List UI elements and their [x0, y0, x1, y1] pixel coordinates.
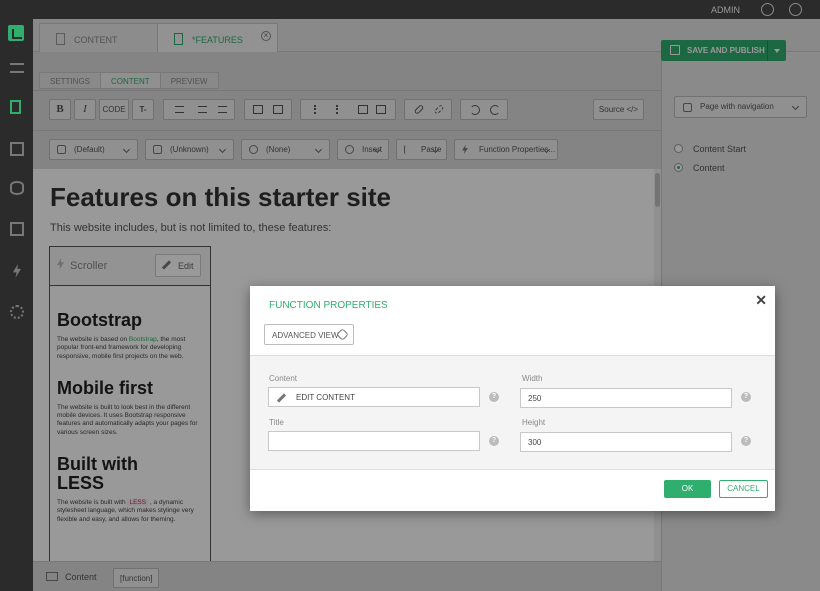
pencil-icon	[276, 393, 287, 403]
height-label: Height	[522, 418, 546, 427]
edit-content-button[interactable]: EDIT CONTENT	[268, 387, 480, 407]
settings-icon[interactable]	[10, 305, 24, 319]
ok-button[interactable]: OK	[664, 480, 711, 498]
dialog-title: FUNCTION PROPERTIES	[269, 300, 388, 311]
function-properties-dialog: FUNCTION PROPERTIES ✕ ADVANCED VIEW Cont…	[250, 286, 775, 511]
height-field[interactable]: 300	[520, 432, 732, 452]
gear-icon[interactable]	[761, 3, 774, 16]
help-icon[interactable]: ?	[741, 392, 751, 402]
content-label: Content	[269, 374, 298, 383]
menu-icon[interactable]	[10, 63, 24, 73]
content-icon[interactable]	[10, 100, 21, 114]
user-menu[interactable]: ADMIN	[711, 5, 740, 15]
app-logo-icon[interactable]	[8, 25, 24, 41]
media-icon[interactable]	[10, 142, 24, 156]
functions-icon[interactable]	[13, 264, 21, 278]
title-label: Title	[269, 418, 284, 427]
help-icon[interactable]: ?	[489, 436, 499, 446]
width-field[interactable]: 250	[520, 388, 732, 408]
help-icon[interactable]: ?	[741, 436, 751, 446]
advanced-view-label: ADVANCED VIEW	[272, 331, 339, 340]
help-icon[interactable]	[789, 3, 802, 16]
left-navigation	[0, 0, 33, 591]
layout-icon[interactable]	[10, 222, 24, 236]
data-icon[interactable]	[10, 181, 24, 195]
edit-content-label: EDIT CONTENT	[296, 393, 355, 402]
top-bar: ADMIN	[0, 0, 820, 19]
close-icon[interactable]: ✕	[755, 292, 767, 309]
width-label: Width	[522, 374, 543, 383]
title-field[interactable]	[268, 431, 480, 451]
cancel-button[interactable]: CANCEL	[719, 480, 768, 498]
help-icon[interactable]: ?	[489, 392, 499, 402]
dialog-body: Content EDIT CONTENT ? Title ? Width 250…	[250, 355, 775, 470]
advanced-view-button[interactable]: ADVANCED VIEW	[264, 324, 354, 345]
